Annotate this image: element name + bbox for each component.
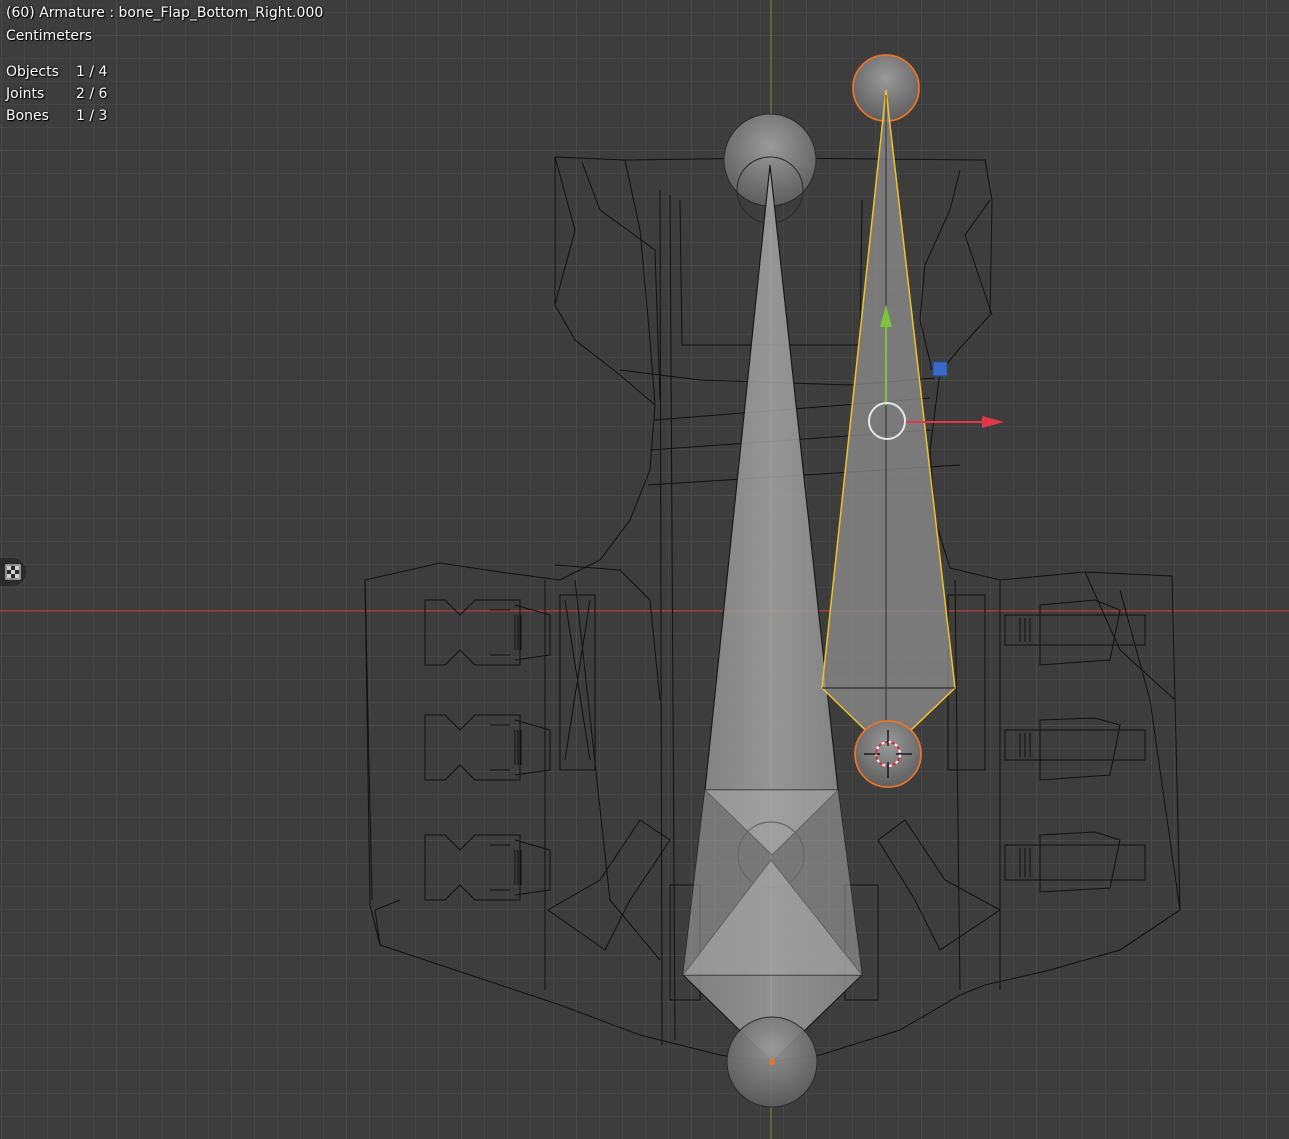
viewport-header-title: (60) Armature : bone_Flap_Bottom_Right.0… [6,5,324,21]
unit-label: Centimeters [6,28,93,44]
3d-viewport[interactable]: (60) Armature : bone_Flap_Bottom_Right.0… [0,0,1289,1139]
gizmo-x-arrow-icon[interactable] [982,416,1004,428]
stat-label: Joints [6,86,45,102]
stat-value: 1 / 4 [76,64,108,80]
checker-icon [5,564,21,580]
gizmo-xy-plane-handle[interactable] [932,361,948,377]
stat-label: Bones [6,108,49,124]
stat-value: 2 / 6 [76,86,108,102]
bone-center-body[interactable] [704,164,839,856]
stat-label: Objects [6,64,59,80]
stat-value: 1 / 3 [76,108,108,124]
scene-canvas[interactable] [0,0,1289,1139]
